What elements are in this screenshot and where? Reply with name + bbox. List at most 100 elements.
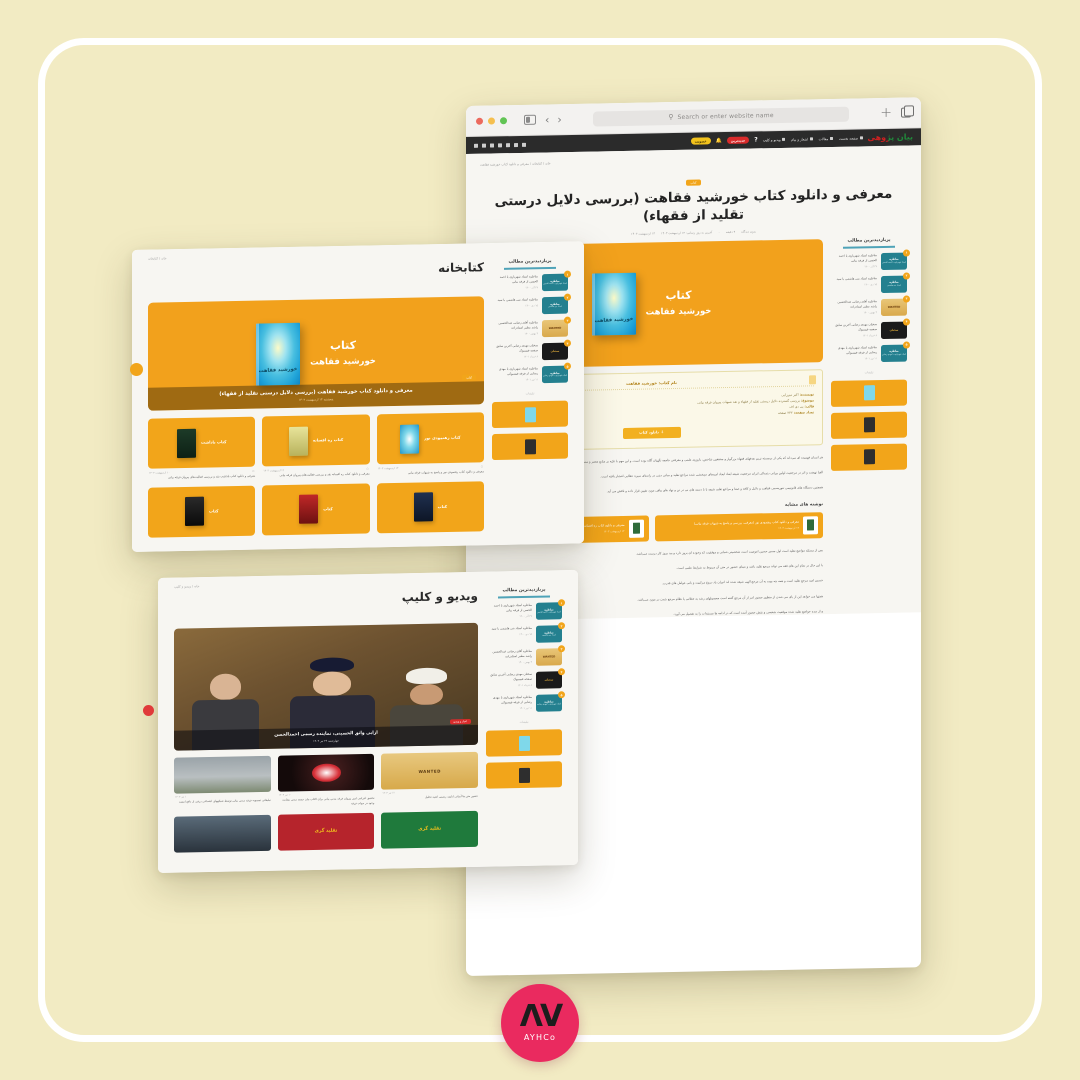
sidebar-ad-1[interactable] xyxy=(831,379,907,407)
thumbnail[interactable]: ۵ مناظره استاد شهریاری با مهدی رضایی xyxy=(542,362,571,384)
book-card[interactable]: کتاب xyxy=(148,485,256,538)
video-card[interactable]: ۱۰ تیر ۱۴۰۳ تحقیق اجرامی امیر پیروان فرق… xyxy=(277,753,375,807)
list-item[interactable]: ۲ مناظره استاد بنی هاشمی مناظره استاد بن… xyxy=(492,293,571,315)
back-icon[interactable]: ‹ xyxy=(545,113,549,126)
cart-icon[interactable] xyxy=(506,142,510,147)
badge-membership[interactable]: عضویت xyxy=(690,137,711,145)
thumbnail[interactable] xyxy=(277,753,375,792)
featured-video[interactable]: اخبار و ویدیو ازابی واثق الحسینی، نمایند… xyxy=(174,622,478,751)
thumbnail[interactable]: کتاب یاداشت xyxy=(148,416,256,469)
site-nav-links[interactable]: صفحه نخست مقالات اشعار و پیام ویدیو و کل… xyxy=(763,136,863,142)
item-text[interactable]: مناظره آقای رضایی عبدالحسین راشد مطیر اس… xyxy=(492,320,539,337)
thumbnail[interactable] xyxy=(174,814,271,853)
item-text[interactable]: مناظره استاد بنی هاشمی با سید ۱۵ دی ۱۴۰۰ xyxy=(831,276,877,288)
library-hero[interactable]: کتاب خورشید فقاهت خورشید فقاهت کتاب معرف… xyxy=(148,296,484,411)
grid-icon[interactable] xyxy=(498,142,502,147)
item-text[interactable]: مناظره آقای رضایی عبدالحسین راشد مطیر اس… xyxy=(831,299,878,316)
sidebar-icon[interactable] xyxy=(524,114,536,125)
browser-window-library[interactable]: خانه / کتابخانه پربازدیدترین مطالب ۱ منا… xyxy=(132,241,584,552)
download-book-button[interactable]: ⇩ دانلود کتاب xyxy=(622,426,681,439)
thumbnail[interactable] xyxy=(174,755,271,794)
user-icon[interactable] xyxy=(514,142,518,147)
video-card[interactable] xyxy=(174,814,271,853)
list-icon[interactable] xyxy=(474,143,478,148)
sidebar-ad-1[interactable] xyxy=(492,400,568,429)
thumbnail[interactable]: WANTED xyxy=(381,751,478,790)
video-card[interactable]: تقلید گری xyxy=(381,810,478,849)
item-text[interactable]: مناظره استاد بنی هاشمی با سید ۱۵ دی ۱۴۰۰ xyxy=(492,297,538,309)
thumbnail[interactable]: ۲ مناظره استاد بنی هاشمی xyxy=(881,272,910,293)
list-item[interactable]: ۳ WANTED مناظره آقای رضایی عبدالحسین راش… xyxy=(492,316,571,338)
video-card[interactable]: WANTED ۱۲ تیر ۱۴۰۳ حضور متن ها آسانی انا… xyxy=(381,751,478,805)
list-item[interactable]: ۳ WANTED مناظره آقای رضایی عبدالحسین راش… xyxy=(486,645,565,666)
thumbnail[interactable]: ۵ مناظره استاد شهریاری با مهدی رضایی xyxy=(881,341,910,362)
list-item[interactable]: ۵ مناظره استاد شهریاری با مهدی رضایی منا… xyxy=(486,691,565,712)
book-card[interactable]: کتاب ره افسانه ○ ۱۲ اردیبهشت ۱۴۰۳ معرفی … xyxy=(262,414,370,478)
thumbnail[interactable]: ۴ سخنان xyxy=(881,318,910,339)
site-logo[interactable]: بیان پژوهی xyxy=(868,132,913,142)
list-item[interactable]: ۲ مناظره استاد بنی هاشمی مناظره استاد بن… xyxy=(831,272,910,293)
thumbnail[interactable]: کتاب xyxy=(376,481,484,534)
browser-window-video[interactable]: خانه / ویدیو و کلیپ پربازدیدترین مطالب ۱… xyxy=(158,569,578,873)
sidebar-ad-2[interactable] xyxy=(486,761,562,789)
badge-newest[interactable]: جدیدترین xyxy=(726,136,750,144)
book-card[interactable]: کتاب رهنمودی نور ○ ۱۳ اردیبهشت ۱۴۰۳ معرف… xyxy=(376,412,484,476)
new-tab-button[interactable]: + xyxy=(880,105,892,121)
thumbnail[interactable]: ۳ WANTED xyxy=(542,316,571,338)
thumbnail[interactable]: کتاب رهنمودی نور xyxy=(376,412,484,465)
window-traffic-lights[interactable] xyxy=(476,116,507,125)
thumbnail[interactable]: تقلید گری xyxy=(277,812,375,851)
video-card[interactable]: تقلید گری xyxy=(277,812,375,851)
item-text[interactable]: سخنان مهدی رضایی آخرین سابق صفحه فیسبوک … xyxy=(831,322,877,339)
book-card[interactable]: کتاب xyxy=(376,481,484,534)
list-item[interactable]: ۴ سخنان سخنان مهدی رضایی آخرین سابق صفحه… xyxy=(486,668,565,689)
thumbnail[interactable]: تقلید گری xyxy=(381,810,478,849)
item-text[interactable]: مناظره استاد شهریاری با احمد الحسن از فر… xyxy=(492,274,538,291)
thumbnail[interactable]: ۳ WANTED xyxy=(881,295,910,316)
item-text[interactable]: سخنان مهدی رضایی آخرین سابق صفحه فیسبوک … xyxy=(486,672,532,689)
nav-item-articles[interactable]: مقالات xyxy=(819,136,833,141)
book-card[interactable]: کتاب xyxy=(262,483,370,536)
send-icon[interactable] xyxy=(490,142,494,148)
list-item[interactable]: ۱ مناظره استاد شهریاری با احمد الحسن منا… xyxy=(831,249,910,270)
thumbnail[interactable]: کتاب ره افسانه xyxy=(262,414,370,467)
breadcrumb[interactable]: خانه / ویدیو و کلیپ xyxy=(174,577,562,588)
thumbnail[interactable]: کتاب xyxy=(262,483,370,536)
related-card[interactable]: معرفی و دانلود کتاب رهنمودی نور (معرفی، … xyxy=(654,511,823,541)
sidebar-ad-3[interactable] xyxy=(831,443,907,471)
bell-icon[interactable]: 🔔 xyxy=(716,138,722,144)
thumbnail[interactable]: ۴ سخنان xyxy=(536,668,565,689)
question-icon[interactable]: ? xyxy=(754,136,757,143)
close-button[interactable] xyxy=(476,117,483,125)
sidebar-ad-2[interactable] xyxy=(492,432,568,461)
nav-item-video[interactable]: ویدیو و کلیپ xyxy=(763,137,786,142)
list-item[interactable]: ۴ سخنان سخنان مهدی رضایی آخرین سابق صفحه… xyxy=(492,339,571,361)
category-badge[interactable]: اخبار و ویدیو xyxy=(449,718,471,725)
item-text[interactable]: مناظره آقای رضایی عبدالحسین راشد مطیر اس… xyxy=(486,649,533,666)
category-badge[interactable]: کتاب xyxy=(686,179,701,186)
thumbnail[interactable]: ۴ سخنان xyxy=(542,339,571,361)
item-text[interactable]: مناظره استاد بنی هاشمی با سید ۱۵ دی ۱۴۰۰ xyxy=(486,626,532,638)
chrome-right-controls[interactable]: + xyxy=(880,105,911,121)
thumbnail[interactable]: کتاب xyxy=(148,485,256,538)
category-badge[interactable]: کتاب xyxy=(462,374,476,381)
list-item[interactable]: ۲ مناظره استاد بنی هاشمی مناظره استاد بن… xyxy=(486,622,565,643)
navbar-icon-group[interactable] xyxy=(474,142,526,148)
item-text[interactable]: سخنان مهدی رضایی آخرین سابق صفحه فیسبوک … xyxy=(492,343,538,360)
item-text[interactable]: مناظره استاد شهریاری با احمد الحسن از فر… xyxy=(486,603,532,620)
item-text[interactable]: مناظره استاد شهریاری با مهدی رضایی از فر… xyxy=(492,366,538,383)
search-icon[interactable] xyxy=(522,142,526,147)
nav-item-home[interactable]: صفحه نخست xyxy=(839,136,863,140)
forward-icon[interactable]: › xyxy=(557,113,561,126)
item-text[interactable]: مناظره استاد شهریاری با مهدی رضایی از فر… xyxy=(486,695,532,712)
list-item[interactable]: ۱ مناظره استاد شهریاری با احمد الحسن منا… xyxy=(486,599,565,620)
list-item[interactable]: ۴ سخنان سخنان مهدی رضایی آخرین سابق صفحه… xyxy=(831,318,910,339)
list-item[interactable]: ۵ مناظره استاد شهریاری با مهدی رضایی منا… xyxy=(492,362,571,384)
thumbnail[interactable]: ۱ مناظره استاد شهریاری با احمد الحسن xyxy=(536,599,565,620)
tabs-icon[interactable] xyxy=(901,107,911,118)
item-text[interactable]: مناظره استاد شهریاری با مهدی رضایی از فر… xyxy=(831,345,877,362)
list-item[interactable]: ۵ مناظره استاد شهریاری با مهدی رضایی منا… xyxy=(831,341,910,362)
clock-icon[interactable] xyxy=(482,143,486,148)
nav-arrows[interactable]: ‹ › xyxy=(545,113,562,126)
thumbnail[interactable]: ۲ مناظره استاد بنی هاشمی xyxy=(542,293,571,315)
